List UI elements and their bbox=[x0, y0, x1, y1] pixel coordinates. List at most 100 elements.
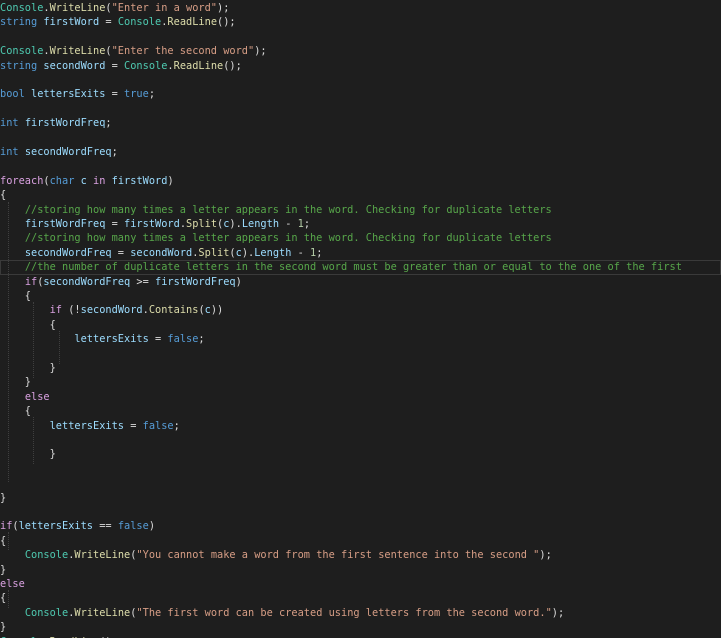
code-line[interactable]: Console.WriteLine("Enter the second word… bbox=[0, 44, 721, 58]
code-line[interactable]: Console.WriteLine("Enter in a word"); bbox=[0, 1, 721, 15]
code-token: ; bbox=[105, 117, 112, 130]
code-line[interactable]: else bbox=[0, 577, 721, 591]
code-line[interactable] bbox=[0, 159, 721, 173]
code-token: //storing how many times a letter appear… bbox=[24, 203, 552, 216]
code-line[interactable]: { bbox=[0, 289, 721, 303]
code-token: { bbox=[0, 592, 7, 605]
code-line[interactable] bbox=[0, 505, 721, 519]
code-token: secondWord bbox=[43, 59, 106, 72]
code-token: { bbox=[0, 290, 31, 302]
code-token: Console bbox=[117, 16, 162, 29]
code-token: } bbox=[0, 448, 56, 461]
code-line[interactable]: foreach(char c in firstWord) bbox=[0, 174, 721, 188]
code-line[interactable]: lettersExits = false; bbox=[0, 419, 721, 433]
code-line[interactable] bbox=[0, 462, 721, 476]
code-line[interactable]: { bbox=[0, 318, 721, 332]
code-line[interactable]: lettersExits = false; bbox=[0, 332, 721, 346]
code-line[interactable]: } bbox=[0, 361, 721, 375]
code-token: //storing how many times a letter appear… bbox=[24, 232, 552, 245]
code-token: false bbox=[167, 333, 199, 346]
code-token: secondWord bbox=[130, 246, 193, 259]
code-token: secondWordFreq bbox=[43, 275, 131, 288]
code-token: } bbox=[0, 621, 7, 634]
code-token: ; bbox=[198, 333, 205, 346]
code-line[interactable]: } bbox=[0, 563, 721, 577]
code-line[interactable] bbox=[0, 102, 721, 116]
code-line[interactable]: else bbox=[0, 390, 721, 404]
code-token: ); bbox=[217, 2, 230, 14]
code-token: string bbox=[0, 16, 38, 29]
code-line[interactable] bbox=[0, 30, 721, 44]
code-token: firstWord bbox=[43, 16, 100, 29]
code-line[interactable]: { bbox=[0, 534, 721, 548]
code-line[interactable]: { bbox=[0, 188, 721, 202]
code-line[interactable] bbox=[0, 131, 721, 145]
code-line[interactable]: } bbox=[0, 447, 721, 461]
code-token: Console bbox=[0, 2, 44, 14]
code-token: == bbox=[93, 520, 118, 533]
code-token: ; bbox=[303, 218, 311, 230]
code-token: (); bbox=[217, 16, 236, 29]
code-line[interactable]: //storing how many times a letter appear… bbox=[0, 231, 721, 245]
code-token: if bbox=[24, 275, 38, 288]
code-token: = bbox=[124, 419, 143, 432]
code-token: firstWord bbox=[124, 218, 180, 230]
code-line[interactable]: Console.ReadLine(); bbox=[0, 635, 721, 638]
code-line[interactable]: if(secondWordFreq >= firstWordFreq) bbox=[0, 275, 721, 289]
code-token: secondWordFreq bbox=[24, 246, 112, 259]
code-token: firstWordFreq bbox=[155, 275, 236, 288]
code-token: "The first word can be created using let… bbox=[136, 606, 552, 619]
code-token: ReadLine bbox=[173, 59, 224, 72]
code-token: )) bbox=[210, 304, 224, 317]
code-line[interactable]: } bbox=[0, 375, 721, 389]
code-line[interactable]: if(lettersExits == false) bbox=[0, 519, 721, 533]
code-line[interactable]: { bbox=[0, 591, 721, 605]
code-token: } bbox=[0, 376, 31, 389]
code-line[interactable] bbox=[0, 73, 721, 87]
code-token: = bbox=[105, 88, 125, 101]
code-token: ; bbox=[173, 419, 180, 432]
code-token: ; bbox=[111, 146, 118, 158]
code-line[interactable] bbox=[0, 347, 721, 361]
code-line[interactable] bbox=[0, 476, 721, 490]
code-line[interactable]: string secondWord = Console.ReadLine(); bbox=[0, 59, 721, 73]
code-line[interactable] bbox=[0, 433, 721, 447]
code-token: ); bbox=[539, 549, 552, 562]
code-line[interactable]: Console.WriteLine("You cannot make a wor… bbox=[0, 548, 721, 562]
code-line[interactable]: int secondWordFreq; bbox=[0, 145, 721, 159]
code-line[interactable]: //the number of duplicate letters in the… bbox=[0, 260, 721, 275]
code-token: else bbox=[24, 390, 50, 403]
code-token: ; bbox=[148, 88, 156, 101]
code-line[interactable]: } bbox=[0, 491, 721, 505]
code-line[interactable]: { bbox=[0, 404, 721, 418]
code-line[interactable]: Console.WriteLine("The first word can be… bbox=[0, 606, 721, 620]
code-token: Console bbox=[0, 45, 44, 58]
code-line[interactable]: } bbox=[0, 620, 721, 634]
code-token: = bbox=[111, 246, 131, 259]
code-token: in bbox=[93, 174, 106, 187]
code-line[interactable]: secondWordFreq = secondWord.Split(c).Len… bbox=[0, 246, 721, 260]
code-token: int bbox=[0, 117, 19, 130]
code-line[interactable]: int firstWordFreq; bbox=[0, 116, 721, 130]
code-editor[interactable]: Console.WriteLine("Enter in a word"); str… bbox=[0, 0, 721, 638]
code-line[interactable]: firstWordFreq = firstWord.Split(c).Lengt… bbox=[0, 217, 721, 231]
code-token: >= bbox=[130, 275, 156, 288]
code-line[interactable]: bool lettersExits = true; bbox=[0, 87, 721, 101]
code-token: "Enter the second word" bbox=[111, 45, 255, 58]
code-token: } bbox=[0, 491, 7, 504]
code-token: char bbox=[49, 174, 75, 187]
code-token: false bbox=[117, 520, 149, 533]
code-line[interactable]: string firstWord = Console.ReadLine(); bbox=[0, 15, 721, 29]
code-token: ReadLine bbox=[167, 16, 218, 29]
code-line[interactable]: //storing how many times a letter appear… bbox=[0, 203, 721, 217]
code-line[interactable]: if (!secondWord.Contains(c)) bbox=[0, 303, 721, 317]
code-token: secondWord bbox=[80, 304, 143, 317]
